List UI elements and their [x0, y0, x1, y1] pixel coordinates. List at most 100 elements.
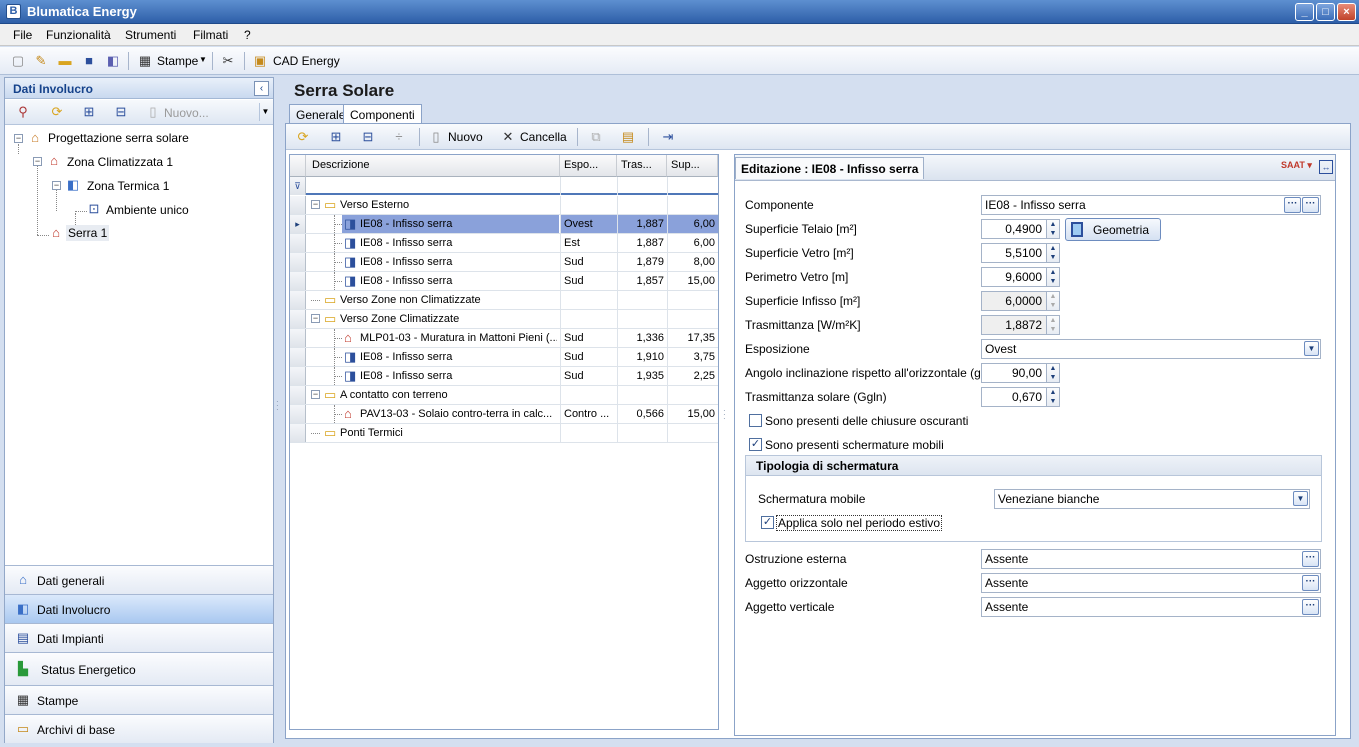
tree-item-progettazione[interactable]: Progettazione serra solare — [48, 131, 189, 145]
sup-cell[interactable]: 15,00 — [667, 272, 718, 290]
nuovo-button[interactable]: Nuovo — [448, 130, 483, 144]
tree-item-ambiente-unico[interactable]: Ambiente unico — [106, 203, 189, 217]
fit-width-icon[interactable]: ↔ — [1319, 160, 1333, 174]
maximize-button[interactable]: □ — [1316, 3, 1335, 21]
sup-cell[interactable] — [667, 386, 718, 404]
chevron-down-icon[interactable]: ▼ — [1293, 491, 1308, 506]
sup-cell[interactable] — [667, 310, 718, 328]
close-button[interactable]: × — [1337, 3, 1356, 21]
tras-cell[interactable]: 1,887 — [617, 215, 667, 233]
refresh-icon[interactable]: ⟳ — [295, 129, 311, 145]
expand-all-icon[interactable]: ⊞ — [81, 104, 97, 120]
schermatura-mobile-select[interactable]: Veneziane bianche — [994, 489, 1310, 509]
menu-file[interactable]: File — [13, 28, 32, 42]
collapse-panel-button[interactable]: ‹ — [254, 81, 269, 96]
schermature-mobili-checkbox[interactable]: ✓ — [749, 438, 762, 451]
componente-browse-button[interactable]: ··· — [1284, 197, 1301, 213]
descrizione-cell[interactable]: ◨ IE08 - Infisso serra — [342, 348, 559, 366]
trasmittanza-solare-field[interactable]: 0,670 — [981, 387, 1047, 407]
aggetto-verticale-browse-button[interactable]: ··· — [1302, 599, 1319, 615]
vertical-splitter[interactable]: · · · — [276, 398, 279, 414]
espo-cell[interactable]: Contro ... — [560, 405, 617, 423]
menu-filmati[interactable]: Filmati — [193, 28, 228, 42]
expand-toggle[interactable]: − — [33, 157, 42, 166]
filter-icon[interactable]: ⊽ — [290, 177, 306, 195]
menu-funzionalita[interactable]: Funzionalità — [46, 28, 111, 42]
group-row[interactable]: − ▭ Verso Esterno — [290, 196, 718, 215]
angolo-field[interactable]: 90,00 — [981, 363, 1047, 383]
row-indicator[interactable] — [290, 310, 306, 328]
sup-cell[interactable] — [667, 196, 718, 214]
table-row[interactable]: ◨ IE08 - Infisso serra Sud 1,879 8,00 — [290, 253, 718, 272]
tras-cell[interactable]: 1,857 — [617, 272, 667, 290]
chiusure-oscuranti-checkbox[interactable] — [749, 414, 762, 427]
esposizione-select[interactable]: Ovest — [981, 339, 1321, 359]
row-indicator[interactable]: ▸ — [290, 215, 306, 233]
stampe-menu-button[interactable]: Stampe — [157, 54, 198, 68]
expand-toggle[interactable]: − — [311, 390, 320, 399]
group-row[interactable]: ▭ Verso Zone non Climatizzate — [290, 291, 718, 310]
descrizione-cell[interactable]: ▭ Verso Zone non Climatizzate — [322, 291, 559, 309]
copy-icon[interactable]: ⧉ — [588, 129, 604, 145]
nuovo-dropdown-icon[interactable]: ▼ — [259, 103, 271, 121]
table-row[interactable]: ◨ IE08 - Infisso serra Est 1,887 6,00 — [290, 234, 718, 253]
tools-icon[interactable]: ✂ — [220, 53, 236, 69]
espo-cell[interactable]: Sud — [560, 329, 617, 347]
row-indicator[interactable] — [290, 253, 306, 271]
tras-cell[interactable]: 1,935 — [617, 367, 667, 385]
expand-toggle[interactable] — [311, 300, 320, 301]
espo-cell[interactable] — [560, 291, 617, 309]
tree-item-zona-termica[interactable]: Zona Termica 1 — [87, 179, 169, 193]
componente-field[interactable]: IE08 - Infisso serra — [981, 195, 1321, 215]
descrizione-cell[interactable]: ⌂ MLP01-03 - Muratura in Mattoni Pieni (.… — [342, 329, 559, 347]
geometria-button[interactable]: Geometria — [1065, 218, 1161, 241]
aggetto-orizzontale-browse-button[interactable]: ··· — [1302, 575, 1319, 591]
descrizione-cell[interactable]: ▭ Verso Esterno — [322, 196, 559, 214]
superficie-telaio-spinner[interactable]: ▲ ▼ — [1046, 219, 1060, 239]
espo-cell[interactable] — [560, 310, 617, 328]
minimize-button[interactable]: _ — [1295, 3, 1314, 21]
descrizione-cell[interactable]: ▭ A contatto con terreno — [322, 386, 559, 404]
descrizione-cell[interactable]: ⌂ PAV13-03 - Solaio contro-terra in calc.… — [342, 405, 559, 423]
nav-stampe[interactable]: ▦ Stampe — [5, 685, 273, 714]
column-header-superficie[interactable]: Sup... — [667, 155, 718, 177]
column-header-trasmittanza[interactable]: Tras... — [617, 155, 667, 177]
tras-cell[interactable]: 0,566 — [617, 405, 667, 423]
expand-toggle[interactable]: − — [311, 314, 320, 323]
ostruzione-browse-button[interactable]: ··· — [1302, 551, 1319, 567]
tras-cell[interactable] — [617, 386, 667, 404]
sup-cell[interactable]: 6,00 — [667, 215, 718, 233]
angolo-spinner[interactable]: ▲ ▼ — [1046, 363, 1060, 383]
collapse-all-icon[interactable]: ⊟ — [360, 129, 376, 145]
expand-toggle[interactable]: − — [14, 134, 23, 143]
descrizione-cell[interactable]: ◨ IE08 - Infisso serra — [342, 253, 559, 271]
table-row[interactable]: ▸ ◨ IE08 - Infisso serra Ovest 1,887 6,00 — [290, 215, 718, 234]
schermature-mobili-label[interactable]: Sono presenti schermature mobili — [765, 438, 944, 452]
superficie-vetro-spinner[interactable]: ▲ ▼ — [1046, 243, 1060, 263]
refresh-icon[interactable]: ⟳ — [49, 104, 65, 120]
nuovo-button[interactable]: Nuovo... — [164, 106, 209, 120]
tras-cell[interactable] — [617, 291, 667, 309]
descrizione-cell[interactable]: ◨ IE08 - Infisso serra — [342, 215, 559, 233]
espo-cell[interactable]: Sud — [560, 367, 617, 385]
tras-cell[interactable] — [617, 196, 667, 214]
applica-estivo-checkbox[interactable]: ✓ — [761, 516, 774, 529]
espo-cell[interactable] — [560, 386, 617, 404]
tree-item-serra[interactable]: Serra 1 — [66, 225, 110, 241]
group-row[interactable]: ▭ Ponti Termici — [290, 424, 718, 443]
sup-cell[interactable]: 6,00 — [667, 234, 718, 252]
table-row[interactable]: ◨ IE08 - Infisso serra Sud 1,935 2,25 — [290, 367, 718, 386]
espo-cell[interactable]: Ovest — [560, 215, 617, 233]
export-icon[interactable]: ⇥ — [660, 129, 676, 145]
sup-cell[interactable] — [667, 291, 718, 309]
expand-toggle[interactable]: − — [311, 200, 320, 209]
row-indicator[interactable] — [290, 291, 306, 309]
espo-cell[interactable]: Sud — [560, 272, 617, 290]
descrizione-cell[interactable]: ▭ Verso Zone Climatizzate — [322, 310, 559, 328]
espo-cell[interactable] — [560, 196, 617, 214]
sup-cell[interactable]: 2,25 — [667, 367, 718, 385]
column-header-esposizione[interactable]: Espo... — [560, 155, 617, 177]
grid-editor-splitter[interactable]: · · · — [723, 407, 726, 423]
tab-componenti[interactable]: Componenti — [343, 104, 422, 124]
tras-cell[interactable] — [617, 310, 667, 328]
